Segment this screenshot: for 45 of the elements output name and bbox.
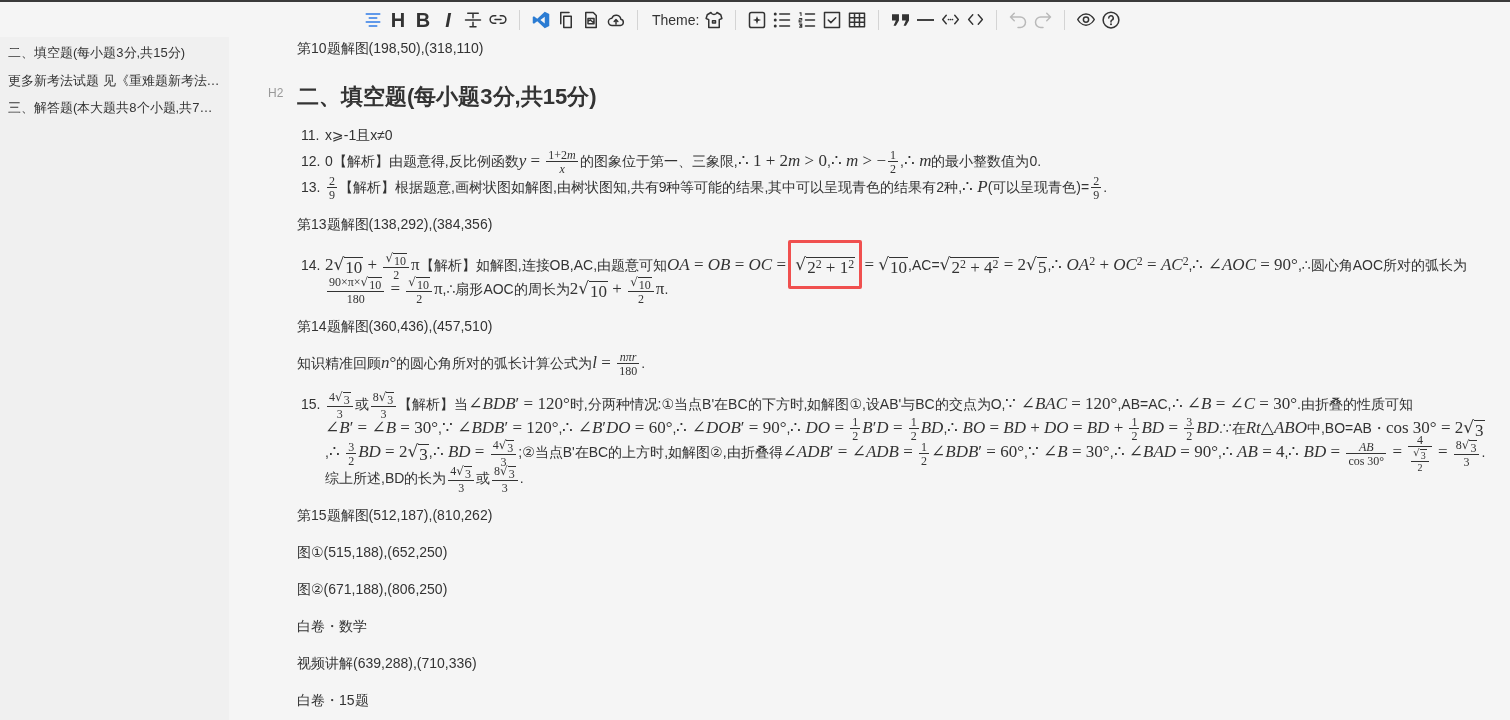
cloud-upload-icon	[607, 12, 625, 27]
answer-text: x⩾-1且x≠0	[325, 126, 394, 145]
numbered-list-icon	[798, 10, 817, 29]
paragraph: 第10题解图(198,50),(318,110)	[297, 39, 485, 58]
paragraph: 视频讲解(639,288),(710,336)	[297, 654, 478, 673]
theme-button[interactable]: Theme:	[647, 7, 727, 32]
paragraph: 第15题解图(512,187),(810,262)	[297, 506, 494, 525]
horizontal-line-icon	[916, 18, 934, 21]
align-center-icon	[364, 10, 382, 29]
shirt-icon	[705, 10, 724, 29]
paragraph: 第13题解图(138,292),(384,356)	[297, 215, 494, 234]
paragraph: 白卷・15题	[297, 691, 370, 710]
heading-level-label: H2	[268, 86, 285, 100]
redo-icon	[1034, 10, 1053, 29]
italic-button[interactable]: I	[436, 7, 460, 32]
paragraph: 白卷・数学	[297, 617, 368, 636]
outline-item[interactable]: 二、填空题(每小题3分,共15分)	[0, 39, 229, 67]
outline-item[interactable]: 更多新考法试题 见《重难题新考法…	[0, 66, 229, 94]
strikethrough-icon	[464, 10, 482, 29]
undo-icon	[1009, 10, 1028, 29]
list-number: 11.	[300, 127, 321, 143]
outline-item[interactable]: 三、解答题(本大题共8个小题,共7…	[0, 94, 229, 122]
document-image-icon	[582, 10, 600, 29]
list-number: 15.	[300, 396, 322, 412]
table-icon	[848, 10, 867, 29]
dotted-chevrons-icon	[941, 14, 959, 25]
checkbox-icon	[823, 10, 842, 29]
paragraph: 图②(671,188),(806,250)	[297, 580, 449, 599]
section-heading: 二、填空题(每小题3分,共15分)	[297, 83, 597, 111]
answer-text: 4√3 3 或 8√3 3 【解析】当∠BDB′ = 120°时,分两种情况:①当点B'在BC的下方时,如解图①,设AB'与BC的交点为O,∵ ∠BAC = 120°,AB=AC,∴ ∠B = ∠C = 30°.由折叠的性质可知 ∠B′ = ∠B = 30°,∵ ∠BDB′ = 120°,∴ ∠B′DO = 60°,∴ ∠DOB′ = 90°,∴ DO = 1 2 B′D = 1 2 BD,∴ BO = BD + DO = BD + 1 2 BD = 3 2 BD.∵在Rt△ABO中,BO=AB・cos 30° = 2√3 ,∴ 3 2 BD = 2√3,∴ BD = 4√3 3 ;②当点B'在BC的上方时,如解图②,由折叠得∠ADB′ = ∠ADB = 1 2 ∠BDB′ = 60°,∵ ∠B = 30°,∴ ∠BAD = 90°,∴ AB = 4,∴ BD = AB cos 30° = 4 √3 2 = 8√3 3 .综上所述,BD的长为 4√3 3 或 8√3 3 .	[325, 392, 1487, 490]
copy-icon	[557, 10, 575, 29]
list-number: 14.	[300, 257, 322, 273]
heading-button[interactable]: H	[386, 7, 410, 32]
chevrons-icon	[966, 14, 984, 25]
bold-button[interactable]: B	[411, 7, 435, 32]
ribbon-logo-icon	[532, 10, 550, 29]
list-number: 13.	[300, 179, 322, 195]
list-number: 12.	[300, 153, 322, 169]
paragraph: 第14题解图(360,436),(457,510)	[297, 317, 494, 336]
quote-icon	[891, 13, 909, 26]
paragraph: 图①(515,188),(652,250)	[297, 543, 449, 562]
bullet-list-icon	[773, 10, 792, 29]
link-icon	[489, 15, 507, 24]
help-icon	[1102, 10, 1121, 29]
eye-icon	[1077, 13, 1096, 26]
